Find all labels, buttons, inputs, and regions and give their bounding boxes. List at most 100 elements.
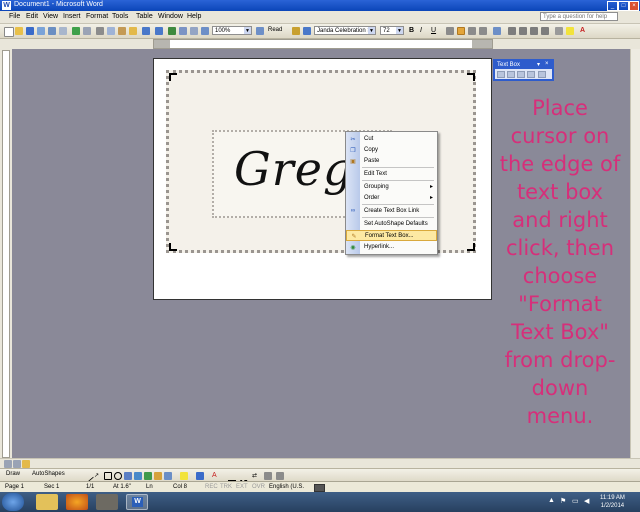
undo-icon[interactable] [142,27,150,35]
read-button[interactable]: Read [268,27,282,33]
draw-menu[interactable]: Draw [6,471,20,477]
web-view-icon[interactable] [13,460,21,468]
align-right-icon[interactable] [468,27,476,35]
shadow-icon[interactable] [264,472,272,480]
status-trk[interactable]: TRK [220,484,232,490]
word-taskbar-icon[interactable]: W [126,494,148,510]
dash-style-icon[interactable] [240,472,248,481]
next-text-box-icon[interactable] [527,71,535,78]
gimp-icon[interactable] [96,494,118,510]
font-color-icon[interactable]: A [212,472,220,480]
line-color-icon[interactable] [196,472,204,480]
diagram-icon[interactable] [144,472,152,480]
menu-window[interactable]: Window [158,13,183,20]
print-icon[interactable] [48,27,56,35]
tables-borders-icon[interactable] [179,27,187,35]
chevron-down-icon[interactable]: ▼ [396,27,403,34]
menu-item-create-text-box-link[interactable]: ∞ Create Text Box Link [346,206,437,217]
chevron-down-icon[interactable]: ▼ [368,27,375,34]
status-ext[interactable]: EXT [236,484,248,490]
fill-color-icon[interactable] [180,472,188,480]
font-size-combo[interactable]: 72 ▼ [380,26,404,35]
menu-item-set-autoshape-defaults[interactable]: Set AutoShape Defaults [346,219,437,230]
menu-item-cut[interactable]: ✂ Cut [346,134,437,145]
bullets-icon[interactable] [519,27,527,35]
minimize-button[interactable]: _ [607,1,618,11]
picture-icon[interactable] [164,472,172,480]
menu-insert[interactable]: Insert [63,13,81,20]
permission-icon[interactable] [37,27,45,35]
firefox-icon[interactable] [66,494,88,510]
menu-edit[interactable]: Edit [26,13,38,20]
line-spacing-icon[interactable] [493,27,501,35]
spelling-icon[interactable] [72,27,80,35]
redo-icon[interactable] [155,27,163,35]
justify-icon[interactable] [479,27,487,35]
hyperlink-icon[interactable] [168,27,176,35]
menu-item-hyperlink[interactable]: ◉ Hyperlink... [346,242,437,253]
resize-handle[interactable] [467,73,475,81]
arrow-style-icon[interactable]: ⇄ [252,472,260,480]
decrease-indent-icon[interactable] [530,27,538,35]
align-left-icon[interactable] [446,27,454,35]
chevron-down-icon[interactable]: ▾ [537,61,540,68]
clock[interactable]: 11:19 AM 1/2/2014 [600,494,625,510]
zoom-combo[interactable]: 100% ▼ [212,26,252,35]
vertical-scrollbar[interactable] [630,49,640,461]
print-layout-icon[interactable] [22,460,30,468]
bold-button[interactable]: B [409,27,417,35]
text-box-icon[interactable] [124,472,132,480]
close-icon[interactable]: × [545,61,549,67]
columns-icon[interactable] [201,27,209,35]
cut-icon[interactable] [96,27,104,35]
text-box-toolbar-title[interactable]: Text Box [495,61,552,69]
flag-icon[interactable]: ⚑ [560,497,566,505]
save-icon[interactable] [26,27,34,35]
spelling-status-icon[interactable] [314,484,325,492]
menu-item-copy[interactable]: ❐ Copy [346,145,437,156]
tray-arrow-icon[interactable]: ▲ [548,497,555,504]
menu-item-edit-text[interactable]: Edit Text [346,169,437,180]
italic-button[interactable]: I [420,27,428,35]
previous-text-box-icon[interactable] [517,71,525,78]
resize-handle[interactable] [169,73,177,81]
underline-button[interactable]: U [431,27,439,35]
open-icon[interactable] [15,27,23,35]
oval-icon[interactable] [114,472,122,480]
numbering-icon[interactable] [508,27,516,35]
new-icon[interactable] [4,27,14,37]
style-pane-icon[interactable] [303,27,311,35]
menu-help[interactable]: Help [187,13,201,20]
vertical-ruler[interactable] [2,50,10,458]
menu-view[interactable]: View [43,13,58,20]
menu-item-paste[interactable]: ▣ Paste [346,156,437,167]
start-button[interactable] [2,493,24,511]
autoshapes-menu[interactable]: AutoShapes [32,471,65,477]
status-rec[interactable]: REC [205,484,218,490]
styles-icon[interactable] [292,27,300,35]
print-preview-icon[interactable] [59,27,67,35]
menu-tools[interactable]: Tools [112,13,128,20]
menu-item-format-text-box[interactable]: ✎ Format Text Box... [346,230,437,241]
font-color-icon[interactable]: A [580,27,588,35]
increase-indent-icon[interactable] [541,27,549,35]
chevron-down-icon[interactable]: ▼ [244,27,251,34]
highlight-icon[interactable] [566,27,574,35]
create-link-icon[interactable] [497,71,505,78]
menu-item-grouping[interactable]: Grouping ▸ [346,182,437,193]
menu-table[interactable]: Table [136,13,153,20]
status-ovr[interactable]: OVR [252,484,265,490]
network-icon[interactable]: ▭ [572,497,579,505]
format-painter-icon[interactable] [129,27,137,35]
menu-file[interactable]: File [9,13,20,20]
menu-item-order[interactable]: Order ▸ [346,193,437,204]
change-direction-icon[interactable] [538,71,546,78]
close-button[interactable]: × [629,1,639,11]
copy-icon[interactable] [107,27,115,35]
horizontal-ruler[interactable] [153,39,493,49]
menu-format[interactable]: Format [86,13,108,20]
wordart-icon[interactable] [134,472,142,480]
maximize-button[interactable]: □ [618,1,629,11]
clip-art-icon[interactable] [154,472,162,480]
arrow-icon[interactable]: ↗ [94,472,102,480]
